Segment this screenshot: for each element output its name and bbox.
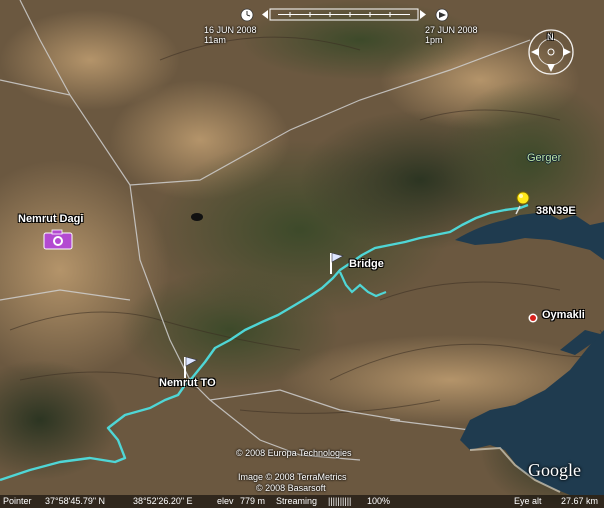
status-bar: Pointer 37°58'45.79" N 38°52'26.20" E el… (0, 495, 604, 508)
streaming-bars: |||||||||| (328, 496, 352, 506)
time-end-time: 1pm (425, 35, 443, 45)
time-start-date: 16 JUN 2008 (204, 25, 257, 35)
clock-icon[interactable] (240, 8, 254, 22)
elev-value: 779 m (240, 496, 266, 506)
pointer-lat: 37°58'45.79" N (45, 496, 106, 506)
map-view[interactable]: 16 JUN 2008 11am 27 JUN 2008 1pm N Nemru… (0, 0, 604, 508)
time-start-time: 11am (204, 35, 226, 45)
compass-north-label: N (547, 32, 554, 42)
eye-alt-value: 27.67 km (561, 496, 599, 506)
time-end: 27 JUN 2008 1pm (425, 25, 478, 45)
label-nemrut-to[interactable]: Nemrut TO (159, 377, 216, 389)
elev-label: elev (217, 496, 234, 506)
time-start: 16 JUN 2008 11am (204, 25, 257, 45)
credit-europa: © 2008 Europa Technologies (236, 448, 352, 458)
time-end-date: 27 JUN 2008 (425, 25, 478, 35)
label-gerger: Gerger (527, 152, 562, 164)
streaming-label: Streaming (276, 496, 318, 506)
satellite-terrain[interactable] (0, 0, 604, 508)
label-nemrut-dagi[interactable]: Nemrut Dagi (18, 213, 83, 225)
eye-alt-label: Eye alt (514, 496, 542, 506)
credit-terrametrics: Image © 2008 TerraMetrics (238, 472, 347, 482)
pointer-label: Pointer (3, 496, 32, 506)
red-dot-icon[interactable] (528, 313, 538, 323)
google-logo: Google (528, 460, 581, 480)
label-oymakli[interactable]: Oymakli (542, 309, 585, 321)
credit-basarsoft: © 2008 Basarsoft (256, 483, 326, 493)
camera-icon[interactable] (43, 229, 73, 250)
time-end-icon[interactable] (435, 8, 449, 22)
label-coord-marker[interactable]: 38N39E (536, 205, 576, 217)
label-bridge[interactable]: Bridge (349, 258, 384, 270)
streaming-percent: 100% (367, 496, 391, 506)
pointer-lon: 38°52'26.20" E (133, 496, 193, 506)
